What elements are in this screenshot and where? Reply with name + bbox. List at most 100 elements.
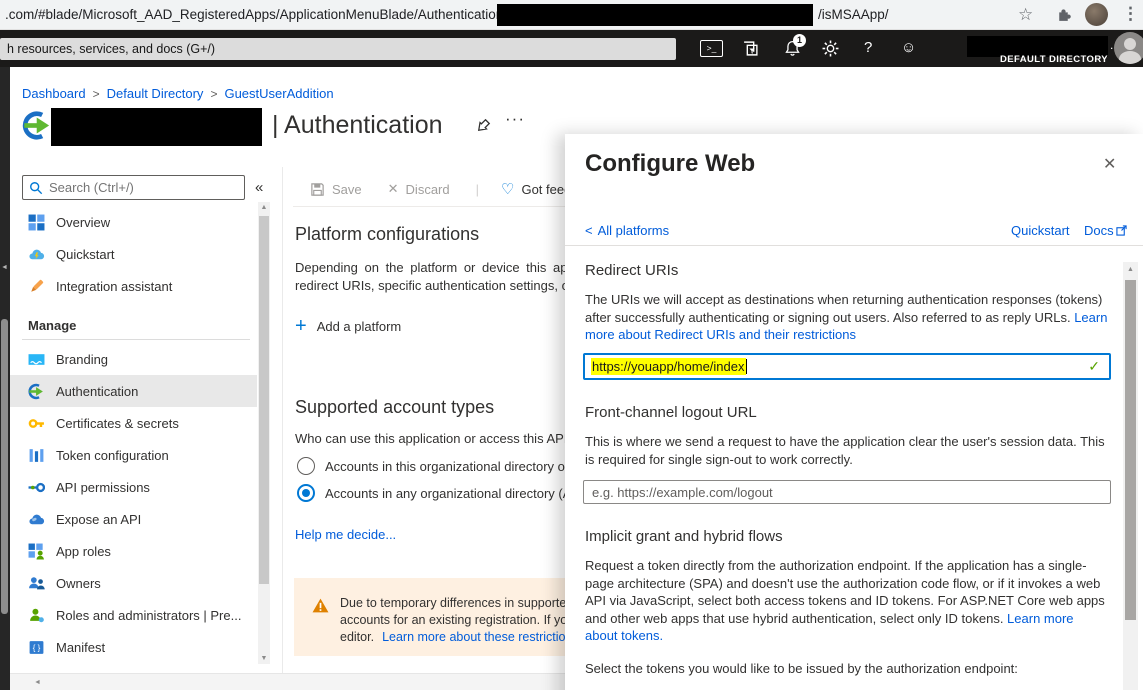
add-platform-button[interactable]: + Add a platform [295, 315, 401, 338]
cloud-shell-icon[interactable]: >_ [700, 40, 723, 57]
warning-text-line3: editor.Learn more about these restrictio… [340, 630, 582, 644]
search-icon [29, 181, 43, 195]
app-roles-icon [28, 543, 45, 560]
sidebar-item-roles-and-administrators[interactable]: Roles and administrators | Pre... [10, 599, 257, 631]
sidebar-item-expose-an-api[interactable]: Expose an API [10, 503, 257, 535]
scrollbar-thumb[interactable] [259, 216, 269, 584]
text-caret [746, 359, 748, 374]
sidebar-item-token-configuration[interactable]: Token configuration [10, 439, 257, 471]
workspace: ◄ Dashboard>Default Directory>GuestUserA… [0, 67, 1143, 690]
warning-learn-more-link[interactable]: Learn more about these restrictions. [382, 630, 582, 644]
sidebar-item-label: Branding [56, 352, 108, 367]
bookmark-star-icon[interactable]: ☆ [1018, 5, 1033, 25]
save-label: Save [332, 182, 362, 197]
radio-unselected-icon[interactable] [297, 457, 315, 475]
redirect-uris-heading: Redirect URIs [585, 262, 678, 279]
horizontal-scrollbar[interactable]: ◄ [10, 673, 566, 690]
account-avatar[interactable] [1114, 32, 1143, 64]
sidebar-item-branding[interactable]: Branding [10, 343, 257, 375]
url-suffix-text: /isMSAApp/ [818, 7, 889, 22]
discard-label: Discard [406, 182, 450, 197]
radio-selected-icon[interactable] [297, 484, 315, 502]
expose-api-icon [28, 511, 45, 528]
discard-x-icon: ✕ [388, 181, 399, 197]
browser-profile-avatar[interactable] [1085, 3, 1108, 26]
sidebar-item-authentication[interactable]: Authentication [10, 375, 257, 407]
heart-icon: ♡ [501, 180, 514, 198]
sidebar-item-label: Expose an API [56, 512, 141, 527]
feedback-smiley-icon[interactable]: ☺ [901, 39, 916, 56]
front-channel-logout-description: This is where we send a request to have … [585, 433, 1109, 468]
valid-checkmark-icon: ✓ [1088, 358, 1100, 375]
external-link-icon [1116, 225, 1127, 236]
api-permissions-icon [28, 479, 45, 496]
sidebar-item-overview[interactable]: Overview [10, 206, 257, 238]
help-me-decide-link[interactable]: Help me decide... [295, 527, 396, 542]
discard-button[interactable]: ✕ Discard [388, 181, 450, 197]
notification-count-badge: 1 [793, 34, 806, 47]
quickstart-link[interactable]: Quickstart [1011, 223, 1070, 238]
settings-gear-icon[interactable] [822, 40, 839, 62]
token-configuration-icon [28, 447, 45, 464]
close-icon[interactable]: ✕ [1103, 154, 1116, 174]
help-icon[interactable]: ? [864, 39, 872, 56]
sidebar-item-app-roles[interactable]: App roles [10, 535, 257, 567]
scrollbar-thumb[interactable] [1125, 280, 1136, 620]
sidebar-item-api-permissions[interactable]: API permissions [10, 471, 257, 503]
notifications-bell-icon[interactable]: 1 [784, 40, 801, 62]
logout-url-input[interactable] [583, 480, 1111, 504]
left-edge-strip: ◄ [0, 67, 10, 690]
overview-icon [28, 214, 45, 231]
sidebar-item-owners[interactable]: Owners [10, 567, 257, 599]
sidebar-item-quickstart[interactable]: Quickstart [10, 238, 257, 270]
all-platforms-back-link[interactable]: <All platforms [585, 223, 669, 238]
scroll-up-icon[interactable]: ▲ [258, 204, 270, 211]
sidebar-scrollbar[interactable]: ▲ ▼ [258, 202, 270, 664]
sidebar-item-manifest[interactable]: { } Manifest [10, 631, 257, 663]
left-strip-scrollbar[interactable] [1, 319, 8, 614]
supported-account-types-heading: Supported account types [295, 397, 494, 418]
sidebar-item-label: Roles and administrators | Pre... [56, 608, 241, 623]
sidebar-search-input[interactable] [49, 177, 239, 198]
key-icon [28, 415, 45, 432]
panel-scrollbar[interactable]: ▲ ▼ [1123, 262, 1138, 690]
select-tokens-text: Select the tokens you would like to be i… [585, 661, 1018, 676]
breadcrumb-separator: > [203, 87, 224, 101]
configure-web-panel: Configure Web ✕ <All platforms Quickstar… [565, 134, 1143, 690]
platform-configurations-heading: Platform configurations [295, 224, 479, 245]
scroll-down-icon[interactable]: ▼ [258, 655, 270, 662]
left-strip-collapse-icon[interactable]: ◄ [1, 264, 8, 271]
sidebar-item-certificates-secrets[interactable]: Certificates & secrets [10, 407, 257, 439]
extensions-puzzle-icon[interactable] [1055, 6, 1072, 28]
sidebar-item-integration-assistant[interactable]: Integration assistant [10, 270, 257, 302]
url-redaction-box [497, 4, 813, 26]
breadcrumb-default-directory[interactable]: Default Directory [107, 86, 204, 101]
plus-icon: + [295, 315, 307, 338]
redirect-uris-description: The URIs we will accept as destinations … [585, 291, 1109, 344]
sidebar-item-label: API permissions [56, 480, 150, 495]
breadcrumb-dashboard[interactable]: Dashboard [22, 86, 86, 101]
implicit-grant-heading: Implicit grant and hybrid flows [585, 528, 783, 545]
scroll-up-icon[interactable]: ▲ [1123, 266, 1138, 273]
implicit-grant-description: Request a token directly from the author… [585, 557, 1109, 645]
sidebar-item-label: Integration assistant [56, 279, 172, 294]
save-button[interactable]: Save [310, 182, 362, 197]
browser-menu-icon[interactable]: ⋮ [1122, 4, 1139, 24]
panel-divider [565, 245, 1143, 246]
directory-filter-icon[interactable] [742, 40, 759, 62]
sidebar-collapse-icon[interactable]: « [255, 179, 263, 196]
sidebar-item-label: Quickstart [56, 247, 115, 262]
url-text[interactable]: .com/#blade/Microsoft_AAD_RegisteredApps… [5, 7, 545, 22]
svg-text:{ }: { } [33, 643, 41, 652]
redirect-uri-input[interactable]: https://youapp/home/index ✓ [583, 353, 1111, 380]
sidebar-item-label: Token configuration [56, 448, 169, 463]
global-search-input[interactable]: h resources, services, and docs (G+/) [0, 38, 676, 60]
azure-top-nav: h resources, services, and docs (G+/) >_… [0, 30, 1143, 67]
roles-administrators-icon [28, 607, 45, 624]
integration-assistant-icon [28, 278, 45, 295]
panel-title: Configure Web [585, 150, 755, 178]
scroll-left-icon[interactable]: ◄ [34, 679, 41, 686]
breadcrumb-separator: > [86, 87, 107, 101]
sidebar-section-divider [22, 339, 250, 340]
docs-link[interactable]: Docs [1084, 223, 1127, 238]
